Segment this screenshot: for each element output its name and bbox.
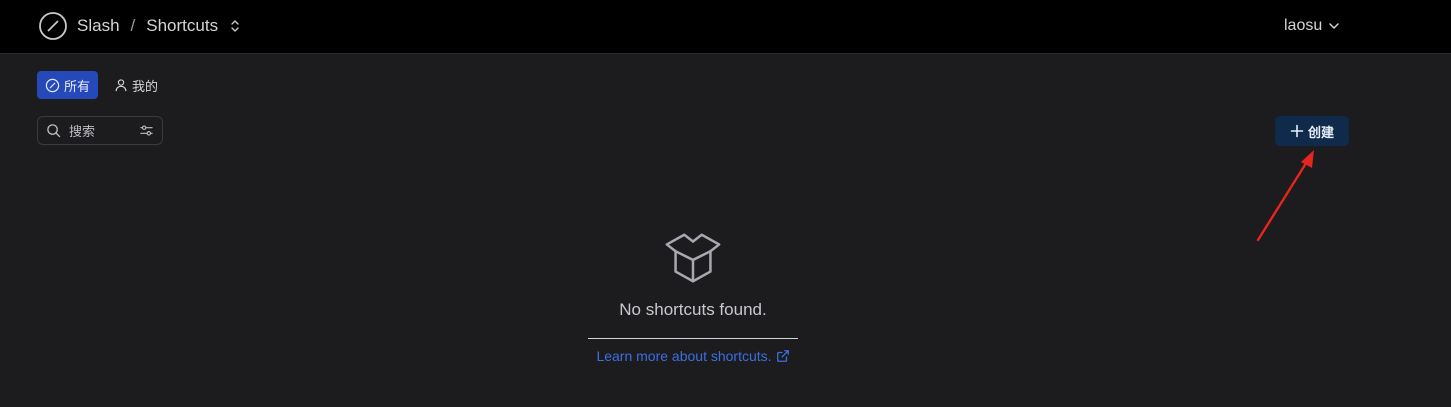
external-link-icon xyxy=(776,350,789,362)
app-name: Slash xyxy=(77,16,120,35)
learn-more-label: Learn more about shortcuts. xyxy=(596,348,772,364)
chevron-down-icon xyxy=(1329,23,1339,29)
create-button[interactable]: 创建 xyxy=(1275,116,1349,146)
search-placeholder: 搜索 xyxy=(69,124,96,139)
search-icon xyxy=(47,124,61,138)
annotation-arrow xyxy=(1256,150,1314,242)
tab-mine[interactable]: 我的 xyxy=(106,71,166,99)
tab-mine-label: 我的 xyxy=(132,78,159,94)
user-name: laosu xyxy=(1284,17,1323,34)
package-icon xyxy=(665,233,721,283)
tab-all-label: 所有 xyxy=(64,78,91,94)
learn-more-link[interactable]: Learn more about shortcuts. xyxy=(596,348,789,364)
user-icon xyxy=(115,79,127,92)
search-input[interactable]: 搜索 xyxy=(37,116,163,145)
empty-message: No shortcuts found. xyxy=(619,300,767,319)
tab-all[interactable]: 所有 xyxy=(37,71,99,99)
logo-icon xyxy=(39,12,67,40)
brand[interactable]: Slash / Shortcuts xyxy=(38,11,241,41)
breadcrumb-separator: / xyxy=(130,16,136,35)
sliders-icon[interactable] xyxy=(139,123,154,138)
section-name: Shortcuts xyxy=(146,16,219,35)
chevron-up-down-icon[interactable] xyxy=(229,19,241,33)
top-bar: Slash / Shortcuts laosu xyxy=(0,0,1451,54)
user-menu[interactable]: laosu xyxy=(1284,14,1340,38)
plus-icon xyxy=(1290,124,1304,138)
empty-state: No shortcuts found. Learn more about sho… xyxy=(588,227,798,364)
circle-slash-icon xyxy=(45,78,60,92)
divider xyxy=(588,338,798,339)
filter-tabs: 所有 我的 xyxy=(37,71,166,99)
create-button-label: 创建 xyxy=(1307,124,1334,140)
